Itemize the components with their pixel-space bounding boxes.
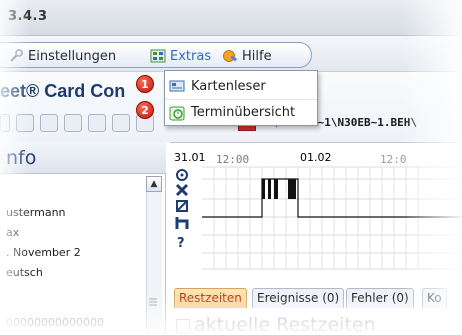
info-line-firstname: ax	[6, 226, 20, 239]
wrench-icon	[8, 48, 24, 64]
info-panel: nfo ustermann ax . November 2 eutsch 000…	[0, 142, 166, 335]
tab-ereignisse[interactable]: Ereignisse (0)	[252, 288, 345, 308]
title-bar: 3.4.3	[0, 0, 462, 36]
grid-icon	[150, 48, 166, 64]
menu-einstellungen[interactable]: Einstellungen	[8, 46, 116, 66]
info-scrollbar[interactable]	[146, 176, 162, 335]
section-icon	[176, 318, 190, 333]
date-label-1: 12:00	[216, 153, 249, 166]
info-panel-title: nfo	[6, 147, 37, 169]
rest-icon	[176, 169, 188, 181]
window-title: 3.4.3	[8, 9, 48, 24]
menu-extras-label: Extras	[170, 48, 212, 64]
dropdown-item-kartenleser[interactable]: Kartenleser	[165, 73, 317, 99]
menu-einstellungen-label: Einstellungen	[28, 48, 117, 64]
export-icon[interactable]	[88, 114, 106, 132]
scroll-up-arrow[interactable]: ▲	[146, 176, 162, 192]
dropdown-item-kartenleser-label: Kartenleser	[191, 78, 266, 94]
info-line-birthdate: . November 2	[6, 246, 81, 259]
badge-1: 1	[136, 75, 154, 93]
date-label-0: 31.01	[174, 151, 206, 164]
card-reader-icon	[169, 78, 185, 94]
tab-ko[interactable]: Ko	[422, 288, 447, 308]
activity-chart: 31.01 12:00 01.02 12:0 ?	[170, 142, 462, 274]
activity-trace	[202, 178, 462, 218]
tab-bar: Restzeiten Ereignisse (0) Fehler (0) Ko	[170, 284, 462, 308]
unknown-icon: ?	[177, 236, 185, 251]
work-blocks	[262, 179, 296, 199]
dropdown-item-terminuebersicht[interactable]: Terminübersicht	[165, 99, 317, 125]
work-icon	[175, 183, 189, 197]
scrollbar-grip-icon[interactable]	[148, 296, 158, 308]
tab-restzeiten[interactable]: Restzeiten	[174, 288, 247, 308]
menu-bar: Einstellungen Extras Hilfe	[0, 36, 462, 72]
dropdown-item-terminuebersicht-label: Terminübersicht	[191, 105, 296, 120]
info-panel-header: nfo	[0, 142, 166, 174]
svg-text:?: ?	[177, 236, 185, 251]
calendar-icon	[169, 105, 185, 121]
save-icon[interactable]	[16, 114, 34, 132]
section-title-label: aktuelle Restzeiten	[194, 314, 376, 335]
info-line-language: eutsch	[6, 266, 43, 279]
driving-icon	[175, 217, 189, 229]
menu-hilfe[interactable]: Hilfe	[222, 46, 272, 66]
toolbar	[0, 112, 154, 134]
calendar-icon[interactable]	[40, 114, 58, 132]
info-line-name: ustermann	[6, 206, 66, 219]
toolbar-button-1[interactable]	[0, 114, 10, 132]
tab-fehler[interactable]: Fehler (0)	[346, 288, 414, 308]
folder-icon[interactable]	[64, 114, 82, 132]
print-icon[interactable]	[112, 114, 130, 132]
date-label-3: 12:0	[380, 153, 407, 166]
menu-hilfe-label: Hilfe	[242, 48, 272, 64]
help-icon	[222, 48, 238, 64]
brand-title: eet® Card Con	[0, 81, 126, 101]
menu-extras[interactable]: Extras	[150, 46, 211, 66]
extras-dropdown: Kartenleser Terminübersicht	[164, 70, 318, 126]
availability-icon	[176, 200, 188, 212]
section-title: aktuelle Restzeiten	[176, 314, 376, 335]
info-line-number: 00000000000000	[6, 316, 104, 329]
badge-2: 2	[136, 101, 154, 119]
date-label-2: 01.02	[300, 151, 332, 164]
